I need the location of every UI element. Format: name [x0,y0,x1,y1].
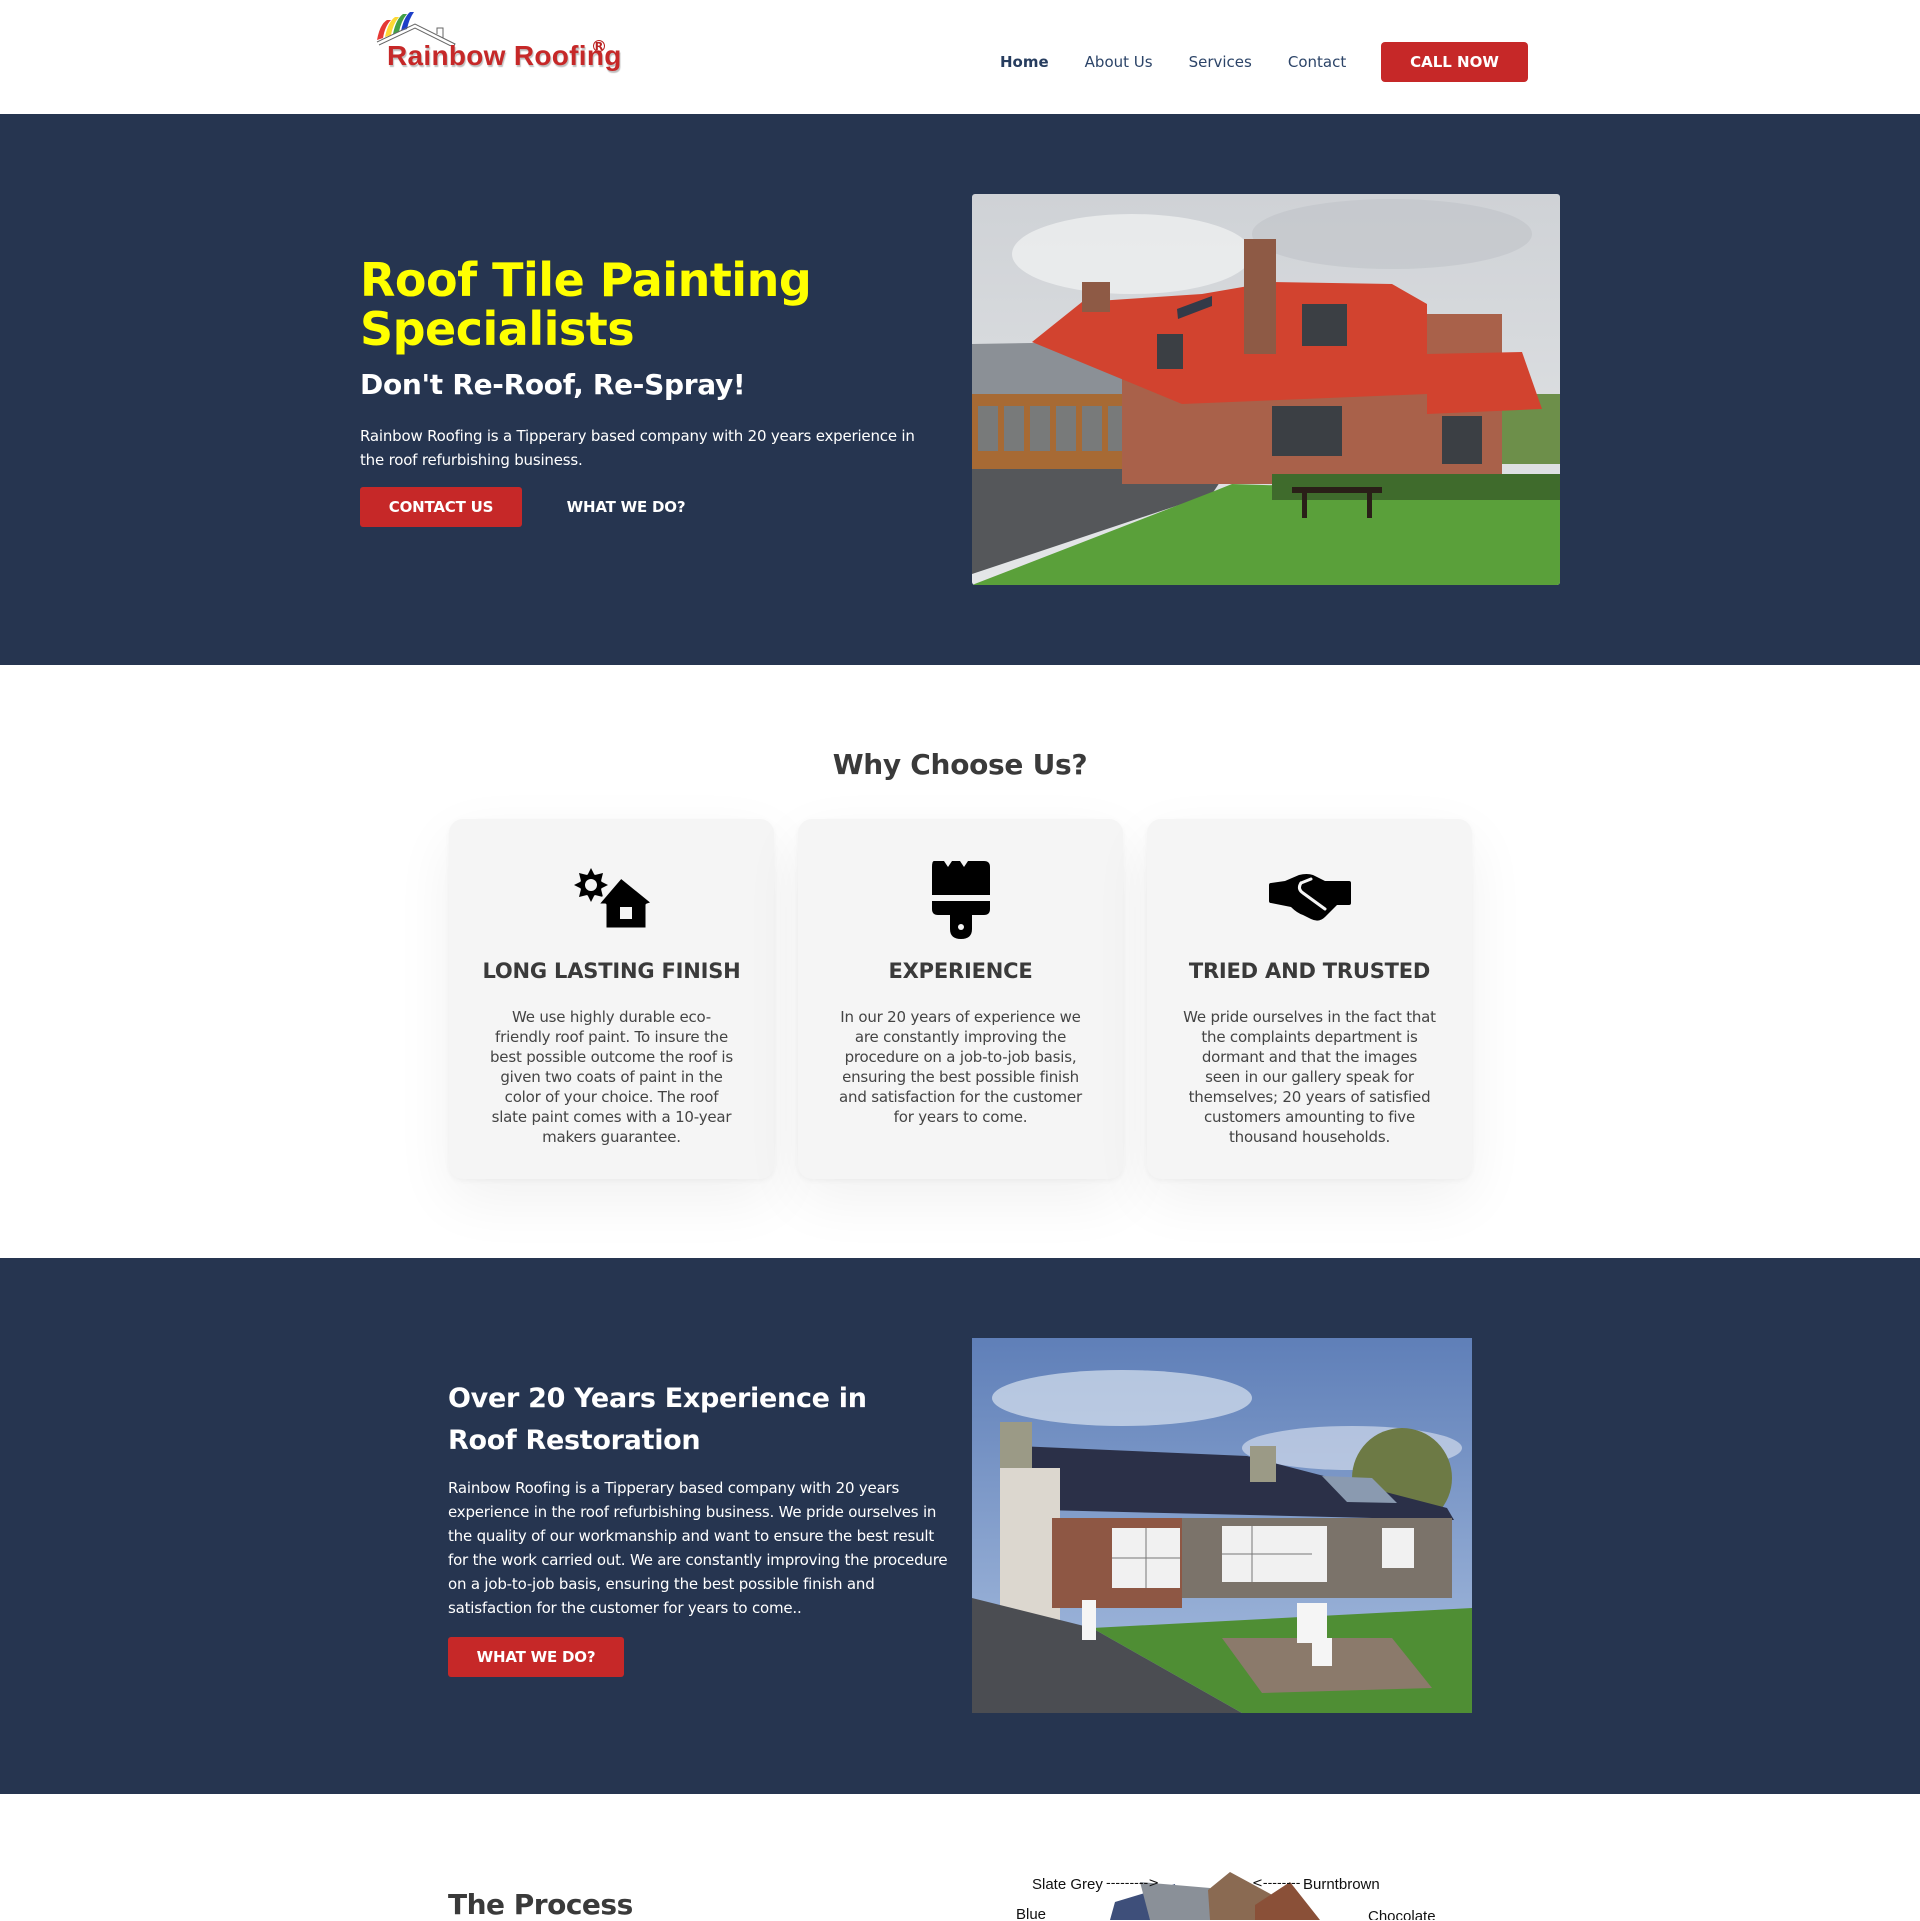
red-roof-house-illustration [972,194,1560,585]
experience-section: Over 20 Years Experience in Roof Restora… [0,1258,1920,1794]
feature-card-title: TRIED AND TRUSTED [1188,959,1431,983]
nav-services[interactable]: Services [1189,42,1252,82]
swatch-label-blue: Blue [1016,1906,1047,1920]
handshake-icon [1147,857,1472,939]
what-we-do-button[interactable]: WHAT WE DO? [448,1637,624,1677]
nav-home[interactable]: Home [1000,42,1049,82]
logo[interactable]: Rainbow Roofing R [375,10,621,80]
feature-card-title: EXPERIENCE [888,959,1033,983]
feature-card-title: LONG LASTING FINISH [482,959,741,983]
call-now-button[interactable]: CALL NOW [1381,42,1528,82]
feature-card: EXPERIENCE In our 20 years of experience… [798,819,1123,1179]
experience-description: Rainbow Roofing is a Tipperary based com… [448,1479,948,1617]
feature-card-text: We use highly durable eco-friendly roof … [489,1008,733,1146]
paint-brush-icon [798,857,1123,939]
what-we-do-link[interactable]: WHAT WE DO? [548,487,704,527]
feature-card-text: In our 20 years of experience we are con… [839,1008,1082,1126]
hero-title: Roof Tile Painting Specialists [360,253,812,356]
contact-us-button[interactable]: CONTACT US [360,487,522,527]
registered-mark: R [593,40,605,53]
logo-text: Rainbow Roofing [387,40,622,71]
site-header: Rainbow Roofing R Home About Us Services… [0,0,1920,114]
arrow-left-icon: <-------- [1252,1876,1301,1891]
feature-card: LONG LASTING FINISH We use highly durabl… [449,819,774,1179]
hero-section: Roof Tile Painting Specialists Don't Re-… [0,114,1920,665]
feature-card: TRIED AND TRUSTED We pride ourselves in … [1147,819,1472,1179]
hero-subtitle: Don't Re-Roof, Re-Spray! [360,368,746,401]
experience-title: Over 20 Years Experience in Roof Restora… [448,1383,867,1456]
bungalow-image [972,1338,1472,1713]
why-choose-us-title: Why Choose Us? [832,748,1088,781]
hero-house-image [972,194,1560,585]
dark-roof-bungalow-illustration [972,1338,1472,1713]
main-nav: Home About Us Services Contact [1000,42,1382,82]
process-title: The Process [448,1888,633,1921]
arrow-right-icon: ---------> [1106,1876,1160,1891]
feature-card-text: We pride ourselves in the fact that the … [1183,1008,1436,1146]
swatch-label-chocolate: Chocolate [1368,1908,1436,1920]
nav-about-us[interactable]: About Us [1085,42,1153,82]
swatch-label-burntbrown: Burntbrown [1303,1876,1380,1893]
swatch-label-slate-grey: Slate Grey [1032,1876,1103,1893]
hero-description: Rainbow Roofing is a Tipperary based com… [360,427,915,469]
gear-house-icon [449,857,774,939]
color-swatches-image: Slate Grey ---------> <-------- Burntbro… [1000,1870,1460,1920]
nav-contact[interactable]: Contact [1288,42,1346,82]
